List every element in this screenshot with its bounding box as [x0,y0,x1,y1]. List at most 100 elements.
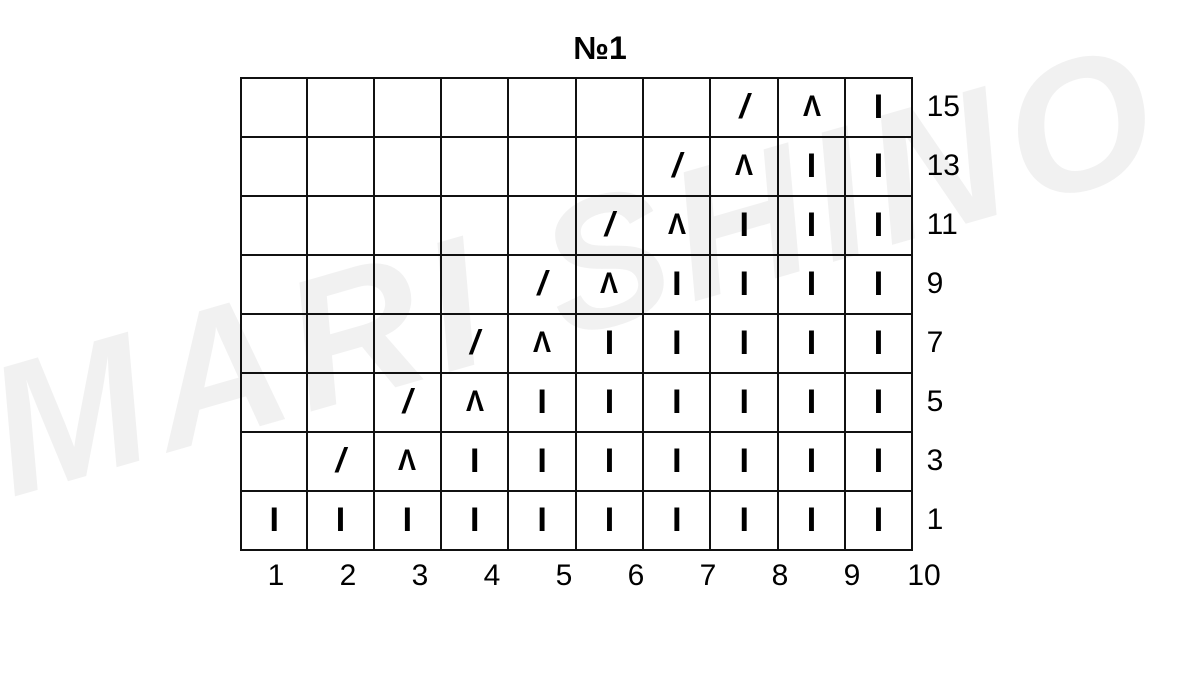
grid-cell: I [643,373,710,432]
column-label: 3 [384,559,456,593]
grid-cell [241,432,307,491]
slash-symbol: / [739,90,748,124]
grid-cell: I [643,314,710,373]
grid-cell: Λ [374,432,441,491]
slash-symbol: / [336,444,345,478]
grid-cell [307,137,373,196]
knit-symbol: I [807,385,816,419]
knit-symbol: I [672,385,681,419]
grid-cell [307,373,373,432]
grid-cell [374,78,441,137]
knit-symbol: I [739,267,748,301]
knit-symbol: I [605,326,614,360]
lambda-symbol: Λ [466,387,484,417]
grid-cell: I [845,491,911,550]
grid-cell: I [643,491,710,550]
grid-cell [508,196,575,255]
grid-cell [576,78,643,137]
grid-cell: I [845,432,911,491]
grid-cell: Λ [576,255,643,314]
grid-cell [374,255,441,314]
slash-symbol: / [537,267,546,301]
lambda-symbol: Λ [668,210,686,240]
grid-cell [241,255,307,314]
grid-cell [441,196,508,255]
column-label: 7 [672,559,744,593]
knit-symbol: I [537,444,546,478]
knit-symbol: I [807,503,816,537]
grid-row: /ΛIIIIIII [241,432,912,491]
knit-symbol: I [605,385,614,419]
slash-symbol: / [672,149,681,183]
row-label: 15 [927,77,960,136]
knit-symbol: I [739,385,748,419]
grid-cell: / [374,373,441,432]
grid-cell: I [643,255,710,314]
slash-symbol: / [403,385,412,419]
row-label: 9 [927,254,960,313]
grid-cell: I [710,373,777,432]
knit-symbol: I [874,385,883,419]
knit-symbol: I [874,208,883,242]
knit-symbol: I [672,503,681,537]
knit-symbol: I [739,326,748,360]
knit-symbol: I [874,149,883,183]
row-label: 5 [927,372,960,431]
knit-symbol: I [470,503,479,537]
grid-cell: I [576,373,643,432]
knit-symbol: I [739,503,748,537]
knit-symbol: I [672,326,681,360]
lambda-symbol: Λ [803,92,821,122]
grid-cell: I [508,432,575,491]
knit-symbol: I [537,503,546,537]
grid-cell [441,137,508,196]
grid-cell: / [643,137,710,196]
grid-cell: I [778,314,845,373]
grid-cell [241,196,307,255]
column-label: 8 [744,559,816,593]
row-label: 3 [927,431,960,490]
knit-symbol: I [807,326,816,360]
knit-symbol: I [403,503,412,537]
grid-cell: / [508,255,575,314]
grid-cell: I [710,314,777,373]
grid-cell: I [508,373,575,432]
grid-cell: Λ [508,314,575,373]
grid-cell: I [441,491,508,550]
column-label: 1 [240,559,312,593]
grid-cell: / [576,196,643,255]
grid-cell: I [845,314,911,373]
grid-cell [307,78,373,137]
column-label: 2 [312,559,384,593]
grid-cell: I [845,196,911,255]
grid-row: /ΛIIIIII [241,373,912,432]
grid-cell [307,255,373,314]
lambda-symbol: Λ [398,446,416,476]
lambda-symbol: Λ [600,269,618,299]
knit-symbol: I [874,267,883,301]
grid-cell [508,137,575,196]
knit-symbol: I [269,503,278,537]
grid-cell [241,137,307,196]
grid-cell: I [241,491,307,550]
grid-cell [241,78,307,137]
grid-cell [307,196,373,255]
grid-cell: I [845,255,911,314]
grid-row: /ΛIII [241,196,912,255]
knit-symbol: I [874,326,883,360]
grid-cell: I [508,491,575,550]
column-label: 10 [888,559,960,593]
grid-cell: I [710,196,777,255]
row-label: 11 [927,195,960,254]
row-label: 13 [927,136,960,195]
column-label: 6 [600,559,672,593]
grid-cell: / [441,314,508,373]
grid-cell [374,196,441,255]
stitch-grid: /ΛI/ΛII/ΛIII/ΛIIII/ΛIIIII/ΛIIIIII/ΛIIIII… [240,77,913,551]
grid-cell: / [307,432,373,491]
grid-cell [374,137,441,196]
grid-cell: I [845,78,911,137]
knit-symbol: I [807,267,816,301]
knit-symbol: I [874,90,883,124]
knit-symbol: I [874,503,883,537]
